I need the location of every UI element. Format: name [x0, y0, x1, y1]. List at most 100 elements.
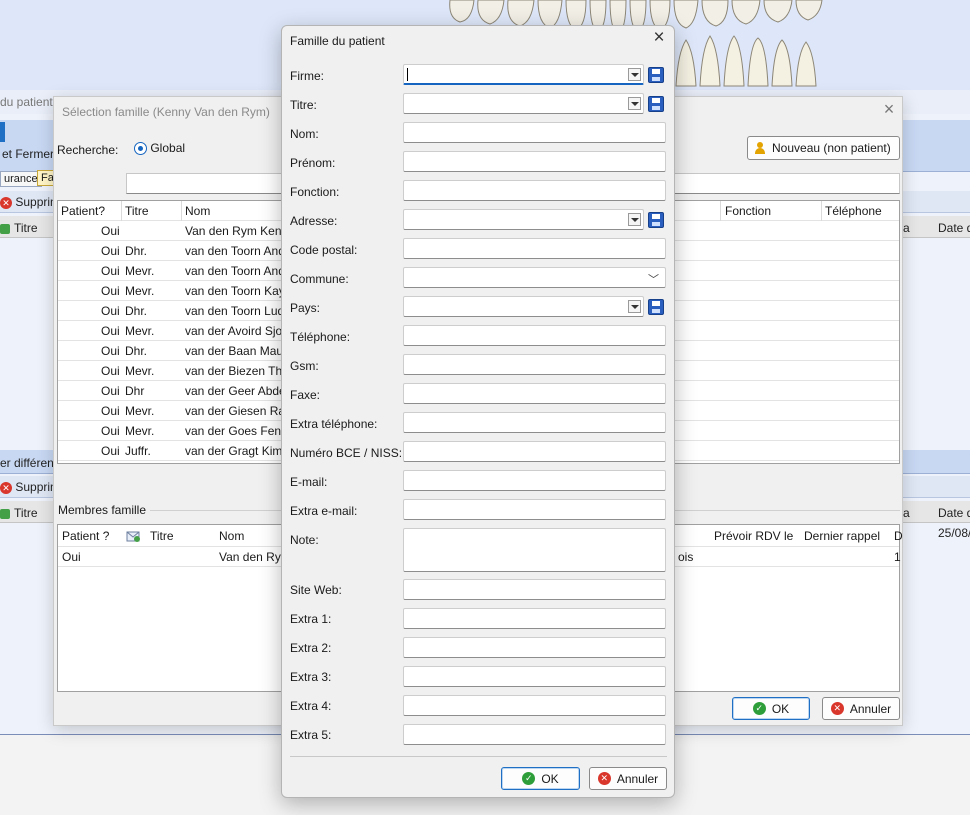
dropdown-arrow-icon[interactable]: [628, 68, 641, 81]
column-date[interactable]: Date d: [938, 506, 970, 520]
adresse-field[interactable]: [403, 209, 644, 230]
save-icon[interactable]: [648, 212, 664, 228]
extra-5-field[interactable]: [403, 724, 666, 745]
label-email: E-mail:: [290, 475, 328, 489]
column-date[interactable]: Date d: [938, 221, 970, 235]
radio-icon: [134, 142, 147, 156]
cell-patient: Oui: [101, 284, 120, 298]
numero-bce-field[interactable]: [403, 441, 666, 462]
commune-select[interactable]: ﹀: [403, 267, 666, 288]
column-fonction[interactable]: Fonction: [725, 201, 771, 221]
cell-nom: van der Gragt Kim: [185, 444, 283, 458]
edit-icon: [0, 506, 10, 520]
nom-field[interactable]: [403, 122, 666, 143]
ribbon-button-icon[interactable]: [0, 122, 5, 142]
edit-icon: [0, 221, 10, 235]
delete-button-2[interactable]: ✕ Supprim: [0, 480, 60, 494]
cancel-icon: ✕: [597, 772, 611, 785]
column-prevoir-rdv[interactable]: Prévoir RDV le: [714, 529, 793, 543]
label-extra-email: Extra e-mail:: [290, 504, 358, 518]
gsm-field[interactable]: [403, 354, 666, 375]
cell-titre: Dhr.: [125, 304, 148, 318]
extra-email-field[interactable]: [403, 499, 666, 520]
extra-3-field[interactable]: [403, 666, 666, 687]
cell-patient: Oui: [101, 304, 120, 318]
label-note: Note:: [290, 533, 319, 547]
label-code-postal: Code postal:: [290, 243, 358, 257]
cell-titre: Mevr.: [125, 364, 155, 378]
column-nom[interactable]: Nom: [219, 529, 244, 543]
cell-nom: van der Giesen Raf: [185, 404, 289, 418]
cell-titre: Mevr.: [125, 264, 155, 278]
delete-icon: ✕: [0, 481, 12, 494]
save-close-button[interactable]: et Fermer: [2, 147, 54, 161]
save-icon[interactable]: [648, 96, 664, 112]
cell-nom: van den Toorn Kay: [185, 284, 285, 298]
close-icon[interactable]: ×: [880, 100, 898, 119]
radio-global[interactable]: Global: [134, 141, 185, 156]
band-label: er différent: [0, 456, 58, 470]
cell-titre: Mevr.: [125, 284, 155, 298]
column-patient[interactable]: Patient?: [61, 201, 105, 221]
extra-4-field[interactable]: [403, 695, 666, 716]
column-titre[interactable]: Titre: [125, 201, 149, 221]
cell-nom: van der Goes Fenn: [185, 424, 288, 438]
ok-button[interactable]: ✓ OK: [732, 697, 810, 720]
cell-patient: Oui: [101, 384, 120, 398]
label-telephone: Téléphone:: [290, 330, 351, 344]
extra-1-field[interactable]: [403, 608, 666, 629]
chevron-down-icon[interactable]: ﹀: [648, 271, 659, 287]
label-titre: Titre:: [290, 98, 317, 112]
note-textarea[interactable]: [403, 528, 666, 572]
check-icon: ✓: [752, 702, 766, 715]
prenom-field[interactable]: [403, 151, 666, 172]
delete-button-1[interactable]: ✕ Supprim: [0, 195, 60, 209]
extra-2-field[interactable]: [403, 637, 666, 658]
fonction-field[interactable]: [403, 180, 666, 201]
cell-titre: Mevr.: [125, 324, 155, 338]
close-icon[interactable]: ×: [650, 28, 668, 48]
pays-field[interactable]: [403, 296, 644, 317]
cell-patient: Oui: [62, 550, 81, 564]
email-field[interactable]: [403, 470, 666, 491]
site-web-field[interactable]: [403, 579, 666, 600]
faxe-field[interactable]: [403, 383, 666, 404]
label-extra-1: Extra 1:: [290, 612, 332, 626]
divider: [290, 756, 667, 757]
firme-field[interactable]: [403, 64, 644, 85]
column-a[interactable]: a: [903, 506, 910, 520]
label-pays: Pays:: [290, 301, 321, 315]
cell-titre: Dhr.: [125, 244, 148, 258]
dropdown-arrow-icon[interactable]: [628, 300, 641, 313]
column-telephone[interactable]: Téléphone: [825, 201, 882, 221]
check-icon: ✓: [522, 772, 536, 785]
cell-nom: van der Geer Abde: [185, 384, 286, 398]
dropdown-arrow-icon[interactable]: [628, 213, 641, 226]
column-titre[interactable]: Titre: [150, 529, 174, 543]
label-extra-2: Extra 2:: [290, 641, 332, 655]
dropdown-arrow-icon[interactable]: [628, 97, 641, 110]
column-titre[interactable]: Titre: [14, 221, 38, 235]
tab-assurance[interactable]: urance: [0, 171, 42, 187]
telephone-field[interactable]: [403, 325, 666, 346]
cell-nom: van den Toorn And: [185, 244, 285, 258]
column-d[interactable]: D: [894, 529, 903, 543]
column-nom[interactable]: Nom: [185, 201, 210, 221]
titre-field[interactable]: [403, 93, 644, 114]
column-titre[interactable]: Titre: [14, 506, 38, 520]
ok-button[interactable]: ✓ OK: [501, 767, 580, 790]
cancel-button[interactable]: ✕ Annuler: [589, 767, 667, 790]
column-patient[interactable]: Patient ?: [62, 529, 109, 543]
column-dernier-rappel[interactable]: Dernier rappel: [804, 529, 880, 543]
save-icon[interactable]: [648, 299, 664, 315]
column-a[interactable]: a: [903, 221, 910, 235]
save-icon[interactable]: [648, 67, 664, 83]
extra-telephone-field[interactable]: [403, 412, 666, 433]
new-non-patient-button[interactable]: Nouveau (non patient): [747, 136, 900, 160]
cell-titre: Dhr.: [125, 344, 148, 358]
background-window-title: du patient: [0, 95, 53, 109]
code-postal-field[interactable]: [403, 238, 666, 259]
cell-nom: Van den Rym Kenn: [185, 224, 289, 238]
label-extra-3: Extra 3:: [290, 670, 332, 684]
cancel-button[interactable]: ✕ Annuler: [822, 697, 900, 720]
